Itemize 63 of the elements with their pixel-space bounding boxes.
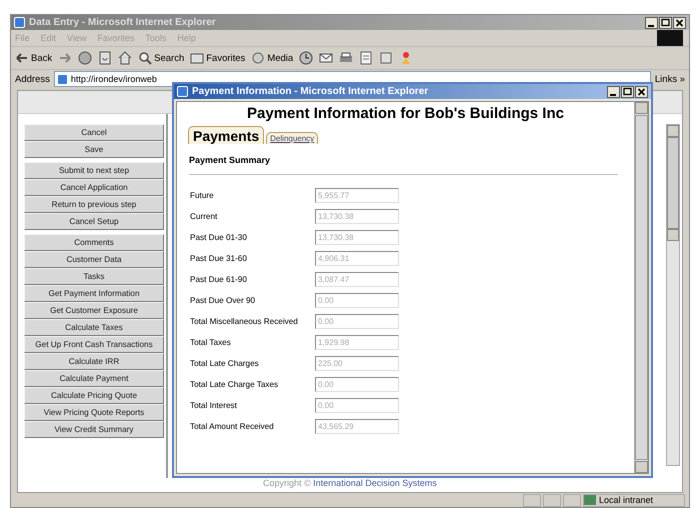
window-title: Data Entry - Microsoft Internet Explorer [29,17,217,28]
home-icon[interactable] [118,51,132,65]
address-label: Address [15,74,50,84]
mail-icon[interactable] [319,51,334,65]
field-label: Total Late Charge Taxes [190,380,280,388]
scrollbar[interactable] [666,124,680,466]
tab[interactable]: Payments [188,126,264,144]
action-button[interactable]: Calculate Taxes [24,319,164,336]
field-label: Past Due 61-90 [190,274,248,284]
action-button[interactable]: Cancel [24,124,164,141]
action-button[interactable]: Customer Data [24,251,164,268]
close-icon[interactable] [635,86,648,98]
toolbar-button[interactable]: Media [251,51,294,65]
field-label: Past Due 31-60 [190,254,248,262]
field-label: Total Late Charges [190,358,260,368]
tab[interactable]: Delinquency [266,132,318,144]
field-label: Past Due 01-30 [190,232,248,242]
minimize-icon[interactable] [607,86,620,98]
back-arrow-icon [15,51,29,65]
toolbar-button[interactable]: Search [138,51,184,65]
copyright-text: Copyright © [263,478,311,488]
action-button[interactable]: Comments [24,234,164,251]
action-button[interactable]: Cancel Application [24,179,164,196]
document-icon[interactable] [359,51,374,65]
action-button[interactable]: Submit to next step [24,162,164,179]
field-label: Future [190,190,215,200]
action-button[interactable]: Save [24,141,164,158]
copyright-link[interactable]: International Decision Systems [313,478,437,488]
status-panel [563,494,581,506]
action-button[interactable]: Get Up Front Cash Transactions [24,336,164,353]
action-button[interactable]: Get Customer Exposure [24,302,164,319]
links-button[interactable]: Links » [654,74,685,84]
action-button[interactable]: Calculate IRR [24,353,164,370]
window-title: Payment Information - Microsoft Internet Explorer [192,86,430,97]
scroll-thumb[interactable] [667,137,679,229]
page-icon [14,17,25,28]
section-title: Payment Summary [189,155,272,165]
maximize-icon[interactable] [621,86,634,98]
field-label: Total Amount Received [190,422,275,430]
page-heading: Payment Information for Bob's Buildings Inc [246,105,565,122]
action-button[interactable]: Calculate Payment [24,370,164,387]
action-button[interactable]: Calculate Pricing Quote [24,387,164,404]
action-button[interactable]: Tasks [24,268,164,285]
page-icon [177,86,188,97]
toolbar-button[interactable]: Favorites [190,51,246,65]
field-label: Past Due Over 90 [190,296,256,304]
field-label: Total Miscellaneous Received [190,316,299,326]
action-button[interactable]: Cancel Setup [24,213,164,230]
action-button[interactable]: Get Payment Information [24,285,164,302]
field-label: Current [190,212,218,220]
status-panel [523,494,541,506]
field-label: Total Interest [190,400,238,410]
search-icon [138,51,152,65]
field-label: Total Taxes [190,338,232,346]
action-button[interactable]: Return to previous step [24,196,164,213]
stop-icon[interactable] [78,51,92,65]
action-button[interactable]: View Credit Summary [24,421,164,438]
status-panel [543,494,561,506]
toolbar-button[interactable]: Back [15,51,52,65]
status-zone: Local intranet [599,495,654,505]
action-button[interactable]: View Pricing Quote Reports [24,404,164,421]
clock-icon[interactable] [299,51,314,65]
printer-icon[interactable] [339,51,354,65]
